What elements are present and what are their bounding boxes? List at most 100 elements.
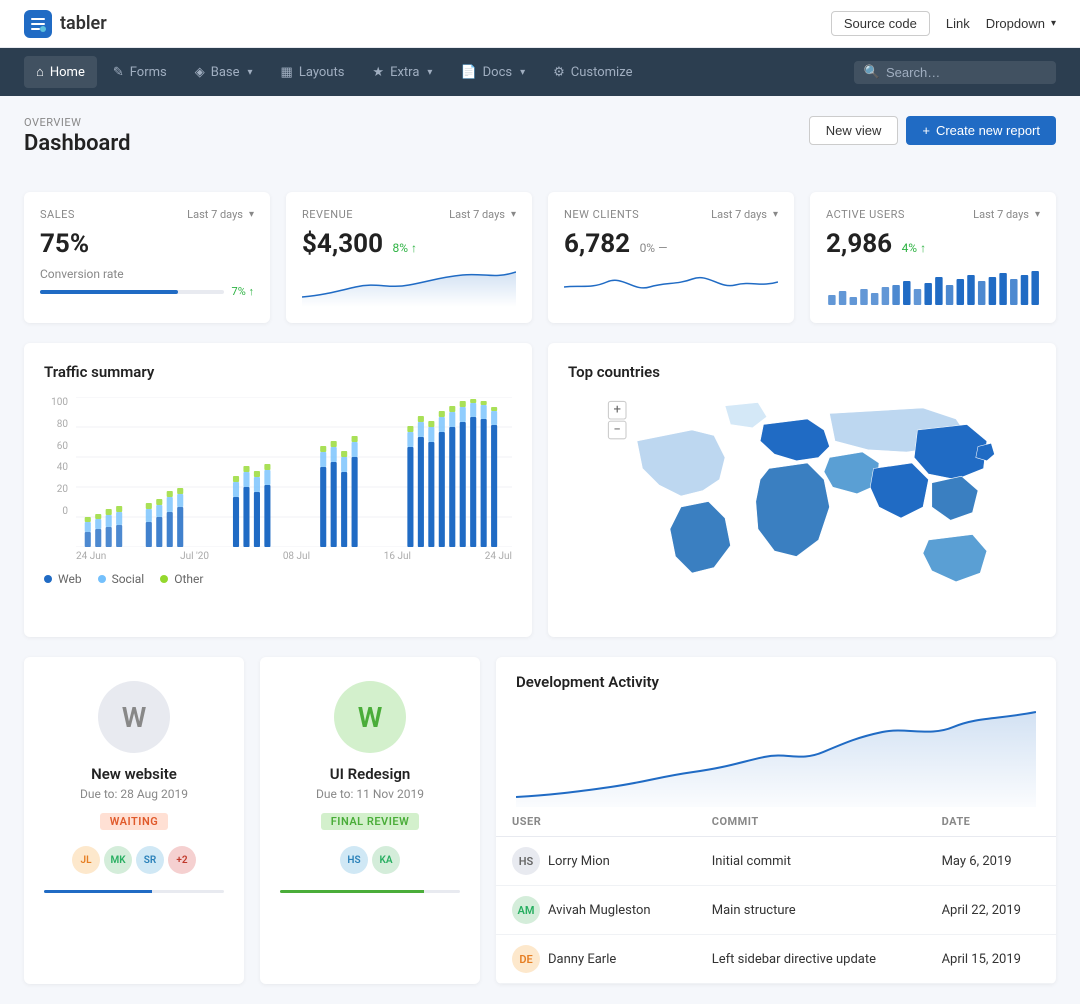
project-due-website: Due to: 28 Aug 2019 bbox=[44, 787, 224, 801]
mini-chart-clients bbox=[564, 267, 778, 307]
customize-icon: ⚙ bbox=[553, 65, 565, 80]
table-header-row: USER COMMIT DATE bbox=[496, 807, 1056, 837]
layouts-icon: ▦ bbox=[281, 65, 293, 80]
third-row: W New website Due to: 28 Aug 2019 WAITIN… bbox=[24, 657, 1056, 984]
nav-item-base[interactable]: ◈ Base ▾ bbox=[183, 57, 265, 88]
plus-icon: + bbox=[922, 123, 930, 138]
traffic-chart-title: Traffic summary bbox=[44, 363, 512, 381]
stat-period-clients[interactable]: Last 7 days ▾ bbox=[711, 208, 778, 221]
user-avatar: DE bbox=[512, 945, 540, 973]
traffic-summary-card: Traffic summary 100 80 60 40 20 0 bbox=[24, 343, 532, 637]
stat-change-revenue: 8% ↑ bbox=[392, 241, 417, 255]
stat-value-revenue: $4,300 bbox=[302, 229, 383, 259]
commit-cell: Left sidebar directive update bbox=[696, 935, 926, 984]
page-header-left: OVERVIEW Dashboard bbox=[24, 116, 130, 172]
date-cell: May 6, 2019 bbox=[926, 837, 1056, 886]
member-avatar: MK bbox=[104, 846, 132, 874]
stat-label-users: ACTIVE USERS bbox=[826, 208, 905, 221]
nav-item-layouts[interactable]: ▦ Layouts bbox=[269, 57, 357, 88]
home-icon: ⌂ bbox=[36, 64, 44, 80]
svg-text:+: + bbox=[613, 403, 620, 418]
stat-label-sales: SALES bbox=[40, 208, 75, 221]
extra-icon: ★ bbox=[372, 65, 384, 80]
chart-legend: Web Social Other bbox=[44, 572, 512, 586]
col-date: DATE bbox=[926, 807, 1056, 837]
progress-fill-sales bbox=[40, 290, 178, 294]
search-input[interactable] bbox=[886, 65, 1046, 80]
activity-table: USER COMMIT DATE HS Lorry Mion Initi bbox=[496, 807, 1056, 984]
traffic-chart-main: 24 Jun Jul '20 08 Jul 16 Jul 24 Jul bbox=[76, 397, 512, 562]
project-card-redesign: W UI Redesign Due to: 11 Nov 2019 FINAL … bbox=[260, 657, 480, 984]
stat-card-users: ACTIVE USERS Last 7 days ▾ 2,986 4% ↑ bbox=[810, 192, 1056, 323]
x-axis-labels: 24 Jun Jul '20 08 Jul 16 Jul 24 Jul bbox=[76, 547, 512, 562]
search-icon: 🔍 bbox=[864, 65, 880, 80]
stat-label-clients: NEW CLIENTS bbox=[564, 208, 639, 221]
link-button[interactable]: Link bbox=[946, 16, 970, 31]
chevron-down-icon: ▾ bbox=[773, 209, 778, 220]
svg-text:−: − bbox=[613, 422, 621, 437]
legend-dot-other bbox=[160, 575, 168, 583]
legend-dot-web bbox=[44, 575, 52, 583]
search-bar[interactable]: 🔍 bbox=[854, 61, 1056, 84]
stat-card-revenue: REVENUE Last 7 days ▾ $4,300 8% ↑ bbox=[286, 192, 532, 323]
user-cell: DE Danny Earle bbox=[496, 935, 696, 984]
stat-card-clients: NEW CLIENTS Last 7 days ▾ 6,782 0% — bbox=[548, 192, 794, 323]
member-avatar: JL bbox=[72, 846, 100, 874]
create-report-button[interactable]: + Create new report bbox=[906, 116, 1056, 145]
new-view-button[interactable]: New view bbox=[809, 116, 899, 145]
status-badge-redesign: FINAL REVIEW bbox=[321, 813, 419, 830]
logo-text: tabler bbox=[60, 13, 107, 34]
nav-item-customize[interactable]: ⚙ Customize bbox=[541, 57, 644, 88]
chevron-down-icon: ▾ bbox=[249, 209, 254, 220]
nav-item-home[interactable]: ⌂ Home bbox=[24, 56, 97, 88]
project-due-redesign: Due to: 11 Nov 2019 bbox=[280, 787, 460, 801]
mini-chart-revenue bbox=[302, 267, 516, 307]
stat-change-users: 4% ↑ bbox=[902, 241, 927, 255]
chevron-down-icon: ▾ bbox=[1035, 209, 1040, 220]
member-avatar: SR bbox=[136, 846, 164, 874]
page-header: OVERVIEW Dashboard New view + Create new… bbox=[24, 116, 1056, 172]
base-icon: ◈ bbox=[195, 65, 205, 80]
top-bar: tabler Source code Link Dropdown ▾ bbox=[0, 0, 1080, 48]
table-row: HS Lorry Mion Initial commit May 6, 2019 bbox=[496, 837, 1056, 886]
stat-value-sales: 75% bbox=[40, 229, 89, 259]
activity-card: Development Activity USER bbox=[496, 657, 1056, 984]
arrow-up-icon: ↑ bbox=[920, 241, 926, 255]
stat-pct-sales: 7% ↑ bbox=[232, 285, 254, 298]
project-avatar-redesign: W bbox=[334, 681, 406, 753]
stat-label-revenue: REVENUE bbox=[302, 208, 353, 221]
top-bar-right: Source code Link Dropdown ▾ bbox=[831, 11, 1056, 36]
project-card-website: W New website Due to: 28 Aug 2019 WAITIN… bbox=[24, 657, 244, 984]
user-cell: AM Avivah Mugleston bbox=[496, 886, 696, 935]
project-avatar-website: W bbox=[98, 681, 170, 753]
stat-change-clients: 0% — bbox=[640, 241, 668, 255]
minus-icon: — bbox=[658, 241, 667, 255]
nav-item-docs[interactable]: 📄 Docs ▾ bbox=[448, 57, 537, 88]
member-avatar: +2 bbox=[168, 846, 196, 874]
col-user: USER bbox=[496, 807, 696, 837]
stat-sublabel-sales: Conversion rate bbox=[40, 267, 254, 281]
logo-icon bbox=[24, 10, 52, 38]
progress-bar-sales bbox=[40, 290, 224, 294]
traffic-chart-wrapper: 100 80 60 40 20 0 bbox=[44, 397, 512, 562]
legend-dot-social bbox=[98, 575, 106, 583]
project-members-redesign: HS KA bbox=[280, 846, 460, 874]
stat-period-users[interactable]: Last 7 days ▾ bbox=[973, 208, 1040, 221]
table-row: AM Avivah Mugleston Main structure April… bbox=[496, 886, 1056, 935]
status-badge-website: WAITING bbox=[100, 813, 168, 830]
stats-row: SALES Last 7 days ▾ 75% Conversion rate … bbox=[24, 192, 1056, 323]
page-title: Dashboard bbox=[24, 131, 130, 156]
stat-period-revenue[interactable]: Last 7 days ▾ bbox=[449, 208, 516, 221]
stat-period-sales[interactable]: Last 7 days ▾ bbox=[187, 208, 254, 221]
source-code-button[interactable]: Source code bbox=[831, 11, 930, 36]
chevron-down-icon: ▾ bbox=[1051, 18, 1056, 29]
nav-bar: ⌂ Home ✎ Forms ◈ Base ▾ ▦ Layouts ★ Extr… bbox=[0, 48, 1080, 96]
stat-value-clients: 6,782 bbox=[564, 229, 630, 259]
top-countries-card: Top countries + − bbox=[548, 343, 1056, 637]
chart-y-axis: 100 80 60 40 20 0 bbox=[44, 397, 68, 517]
nav-item-forms[interactable]: ✎ Forms bbox=[101, 57, 179, 88]
chevron-down-icon: ▾ bbox=[520, 67, 525, 78]
dropdown-button[interactable]: Dropdown ▾ bbox=[986, 16, 1056, 31]
nav-item-extra[interactable]: ★ Extra ▾ bbox=[360, 57, 444, 88]
breadcrumb: OVERVIEW bbox=[24, 116, 130, 129]
